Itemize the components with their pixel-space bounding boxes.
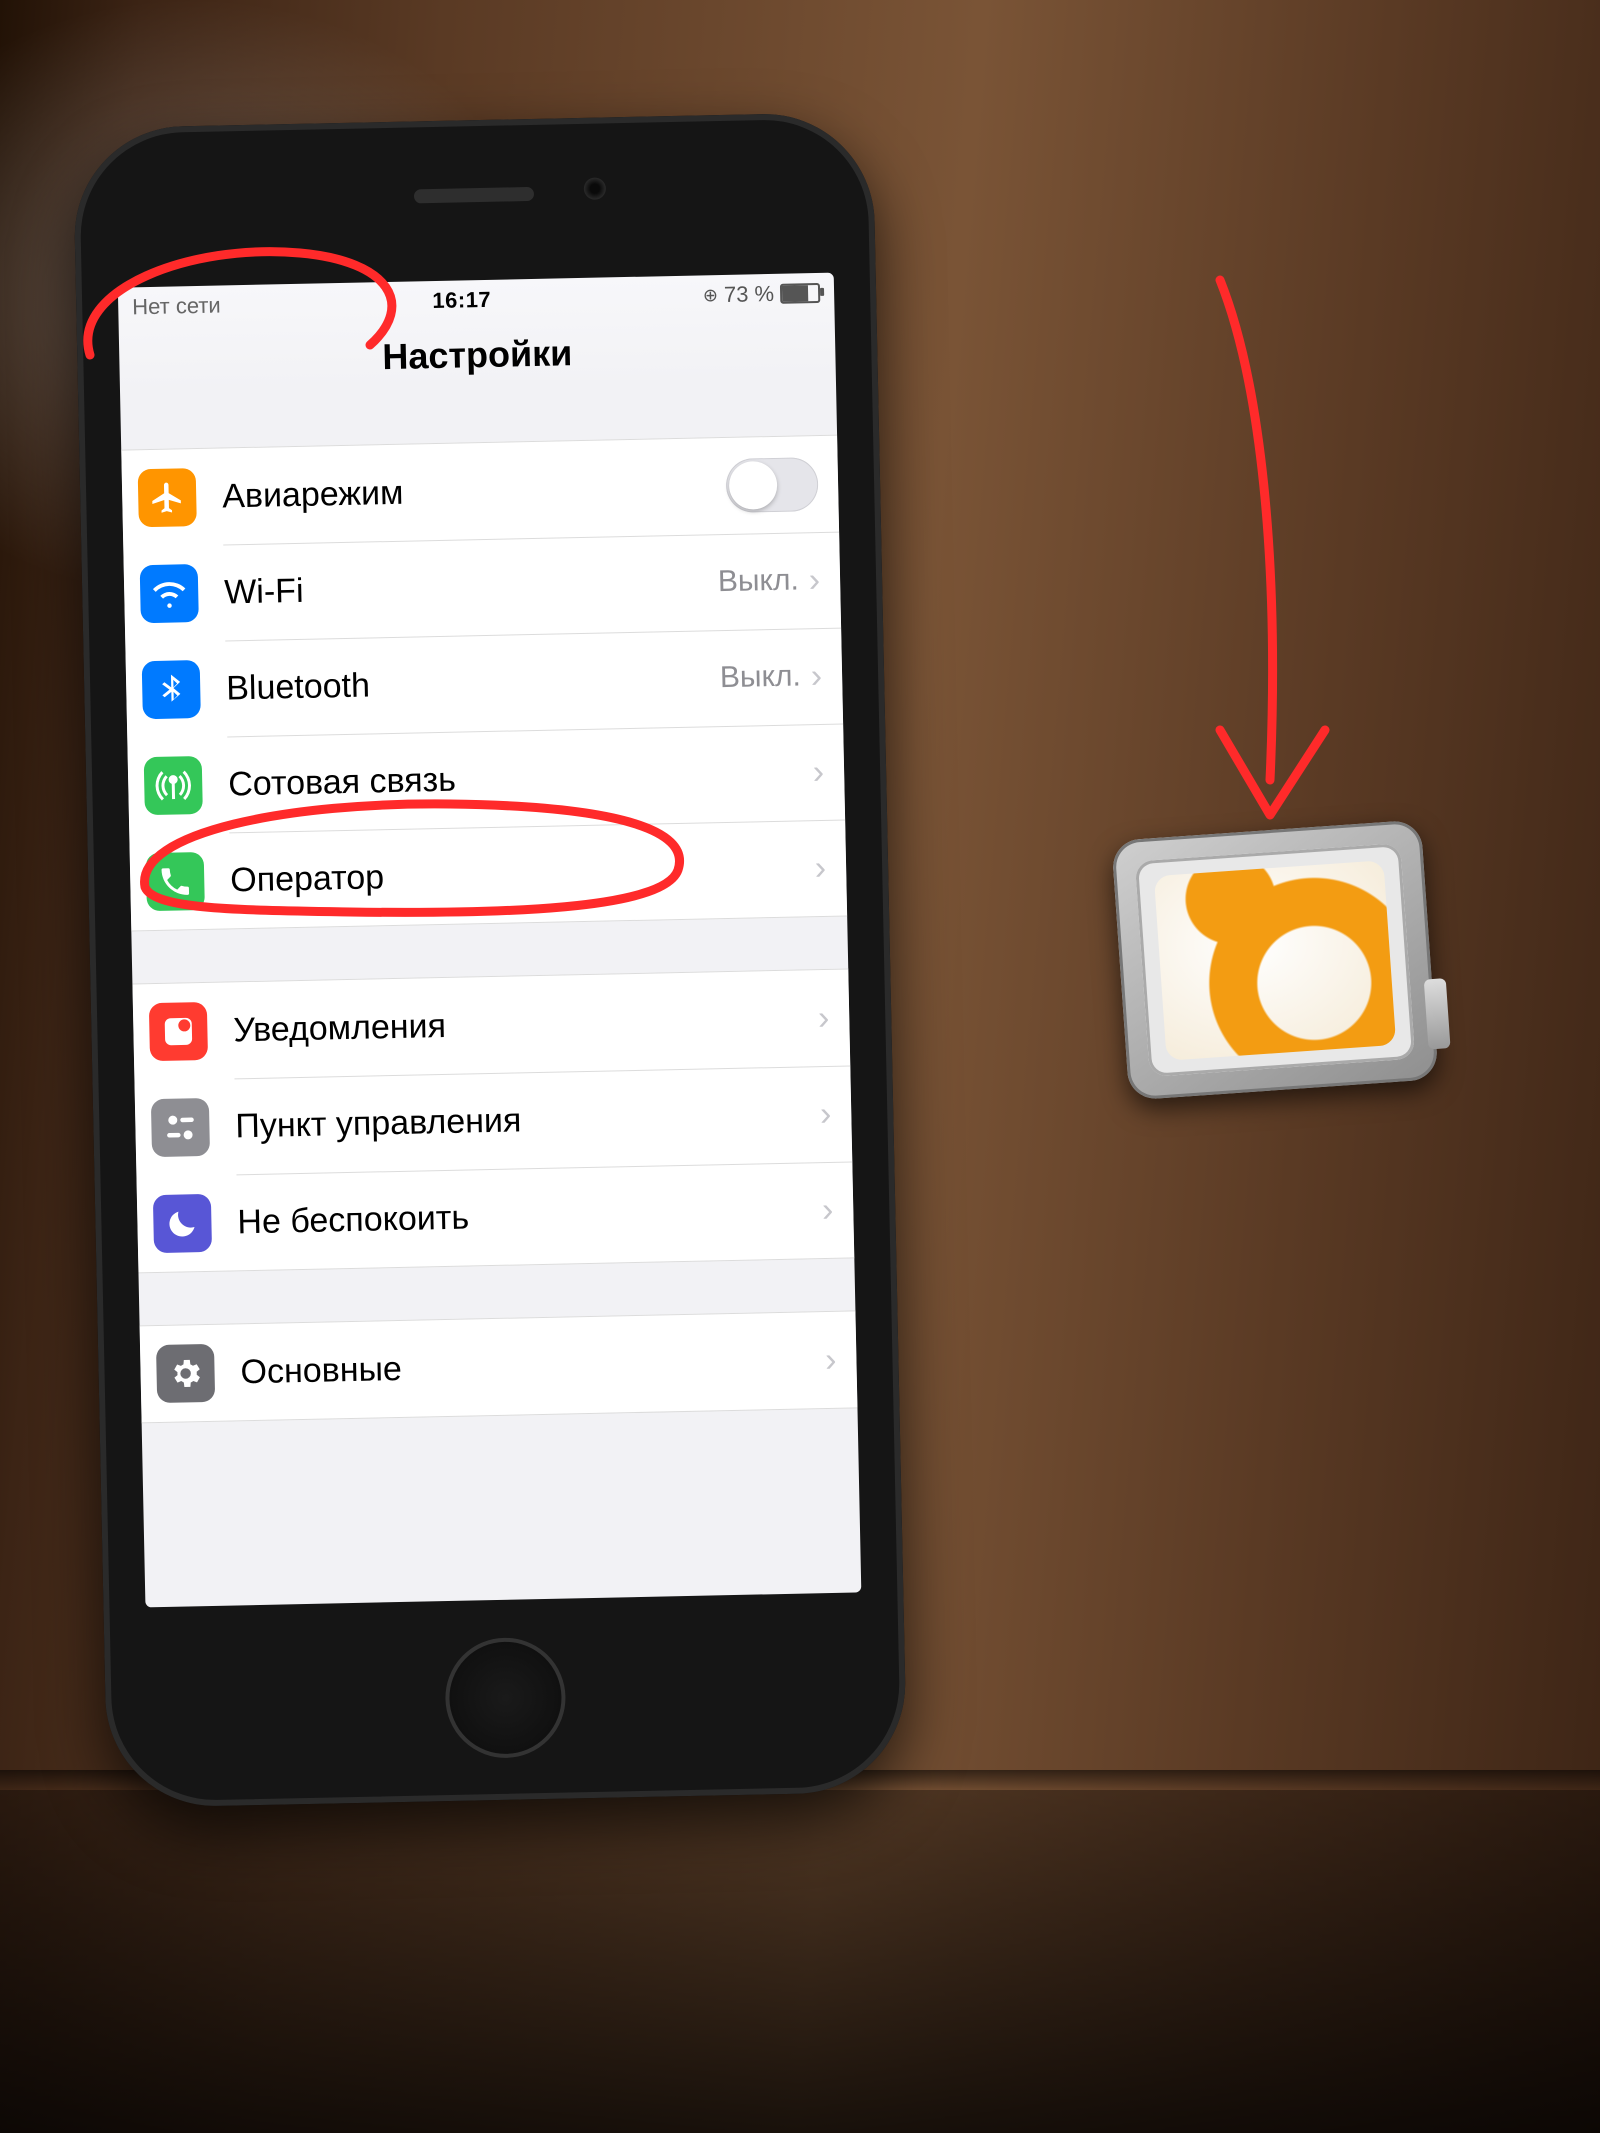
- settings-group: Уведомления›Пункт управления›Не беспокои…: [132, 968, 854, 1273]
- chevron-right-icon: ›: [822, 1193, 834, 1227]
- row-label: Сотовая связь: [228, 753, 813, 804]
- row-label: Wi-Fi: [224, 563, 719, 612]
- table-shadow: [0, 1790, 1600, 2133]
- row-label: Не беспокоить: [237, 1191, 822, 1242]
- screen: Нет сети 16:17 ⊕ 73 % Настройки Авиарежи…: [118, 273, 861, 1608]
- chevron-right-icon: ›: [825, 1343, 837, 1377]
- row-airplane[interactable]: Авиарежим: [121, 436, 839, 547]
- row-label: Bluetooth: [226, 659, 721, 708]
- chevron-right-icon: ›: [818, 1001, 830, 1035]
- bluetooth-icon: [142, 660, 201, 719]
- chevron-right-icon: ›: [810, 659, 822, 693]
- row-notifications[interactable]: Уведомления›: [132, 969, 850, 1080]
- earpiece: [414, 187, 534, 204]
- iphone-device: Нет сети 16:17 ⊕ 73 % Настройки Авиарежи…: [72, 112, 907, 1808]
- status-right: ⊕ 73 %: [703, 280, 821, 308]
- row-label: Оператор: [230, 849, 815, 900]
- row-carrier[interactable]: Оператор›: [129, 820, 847, 931]
- row-label: Авиарежим: [222, 466, 727, 516]
- sim-tray: [1111, 820, 1438, 1101]
- row-label: Пункт управления: [235, 1095, 820, 1146]
- row-wifi[interactable]: Wi-FiВыкл.›: [123, 532, 841, 643]
- chevron-right-icon: ›: [820, 1097, 832, 1131]
- settings-group: АвиарежимWi-FiВыкл.›BluetoothВыкл.›Сотов…: [121, 435, 847, 932]
- moon-icon: [153, 1194, 212, 1253]
- clock: 16:17: [432, 287, 491, 314]
- orientation-lock-icon: ⊕: [703, 285, 719, 306]
- page-title: Настройки: [119, 313, 836, 398]
- tray-arm: [1424, 978, 1451, 1049]
- row-value: Выкл.: [718, 563, 800, 599]
- chevron-right-icon: ›: [812, 755, 824, 789]
- home-button[interactable]: [444, 1637, 566, 1759]
- row-general[interactable]: Основные›: [140, 1311, 858, 1422]
- toggle-airplane[interactable]: [726, 457, 819, 513]
- airplane-icon: [138, 468, 197, 527]
- front-camera: [584, 177, 606, 199]
- settings-group: Основные›: [140, 1310, 858, 1423]
- battery-percent: 73 %: [724, 281, 775, 308]
- row-controlcenter[interactable]: Пункт управления›: [134, 1065, 852, 1176]
- battery-icon: [780, 283, 820, 304]
- row-bluetooth[interactable]: BluetoothВыкл.›: [125, 628, 843, 739]
- row-cellular[interactable]: Сотовая связь›: [127, 724, 845, 835]
- chevron-right-icon: ›: [808, 563, 820, 597]
- row-value: Выкл.: [720, 659, 802, 695]
- antenna-icon: [144, 756, 203, 815]
- controls-icon: [151, 1098, 210, 1157]
- sim-card: [1154, 860, 1396, 1061]
- row-label: Уведомления: [233, 999, 818, 1050]
- gear-icon: [156, 1344, 215, 1403]
- wifi-icon: [140, 564, 199, 623]
- phone-icon: [146, 852, 205, 911]
- row-label: Основные: [240, 1341, 825, 1392]
- annotation-arrow: [1160, 260, 1360, 850]
- network-status: Нет сети: [132, 292, 221, 320]
- notification-icon: [149, 1002, 208, 1061]
- chevron-right-icon: ›: [814, 851, 826, 885]
- row-dnd[interactable]: Не беспокоить›: [136, 1161, 854, 1272]
